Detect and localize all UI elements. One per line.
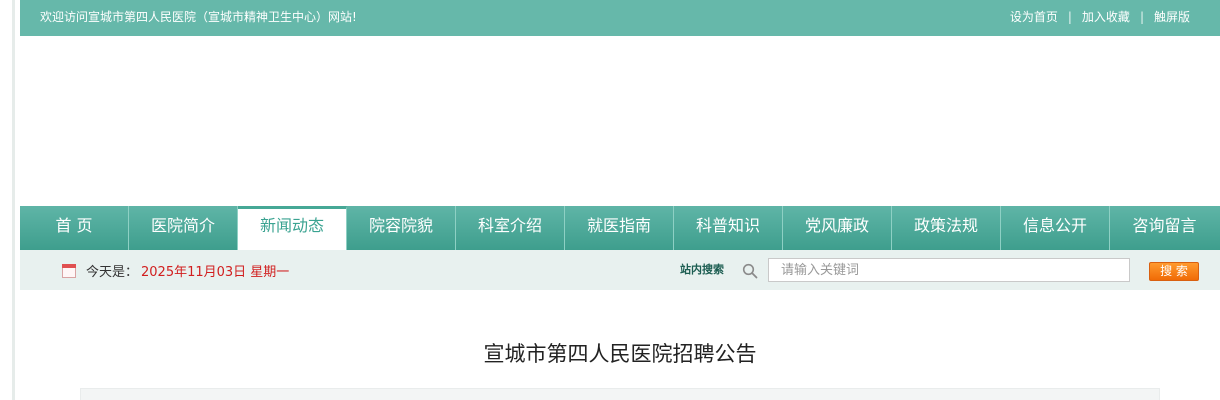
nav-item-home[interactable]: 首 页	[20, 206, 129, 250]
top-bar: 欢迎访问宣城市第四人民医院（宣城市精神卫生中心）网站! 设为首页 | 加入收藏 …	[20, 0, 1220, 36]
header-banner	[20, 36, 1220, 206]
touch-version-link[interactable]: 触屏版	[1154, 9, 1190, 25]
nav-item-policy[interactable]: 政策法规	[892, 206, 1001, 250]
link-separator: |	[1067, 10, 1072, 24]
site-search-label: 站内搜索	[680, 263, 724, 276]
search-input[interactable]	[768, 258, 1130, 282]
nav-item-science[interactable]: 科普知识	[674, 206, 783, 250]
add-favorite-link[interactable]: 加入收藏	[1082, 9, 1130, 25]
top-links: 设为首页 | 加入收藏 | 触屏版	[1010, 9, 1190, 25]
nav-item-medical-guide[interactable]: 就医指南	[565, 206, 674, 250]
date-label: 今天是：	[86, 265, 139, 280]
nav-item-info-public[interactable]: 信息公开	[1001, 206, 1110, 250]
welcome-text: 欢迎访问宣城市第四人民医院（宣城市精神卫生中心）网站!	[40, 10, 357, 24]
nav-item-departments[interactable]: 科室介绍	[456, 206, 565, 250]
nav-item-party[interactable]: 党风廉政	[783, 206, 892, 250]
nav-item-news[interactable]: 新闻动态	[238, 206, 347, 250]
nav-item-consult[interactable]: 咨询留言	[1110, 206, 1219, 250]
calendar-icon	[62, 264, 76, 278]
nav-item-hospital-view[interactable]: 院容院貌	[347, 206, 456, 250]
search-button[interactable]: 搜 索	[1149, 262, 1199, 281]
current-date: 2025年11月03日 星期一	[141, 265, 290, 280]
link-separator: |	[1139, 10, 1144, 24]
search-icon	[742, 263, 758, 279]
set-homepage-link[interactable]: 设为首页	[1010, 9, 1058, 25]
main-nav: 首 页 医院简介 新闻动态 院容院貌 科室介绍 就医指南 科普知识 党风廉政 政…	[20, 206, 1220, 250]
left-border	[12, 0, 15, 400]
nav-item-hospital-intro[interactable]: 医院简介	[129, 206, 238, 250]
article-meta-bar	[80, 388, 1160, 400]
article-title: 宣城市第四人民医院招聘公告	[483, 342, 757, 366]
info-bar: 今天是： 2025年11月03日 星期一 站内搜索 搜 索	[20, 250, 1220, 290]
